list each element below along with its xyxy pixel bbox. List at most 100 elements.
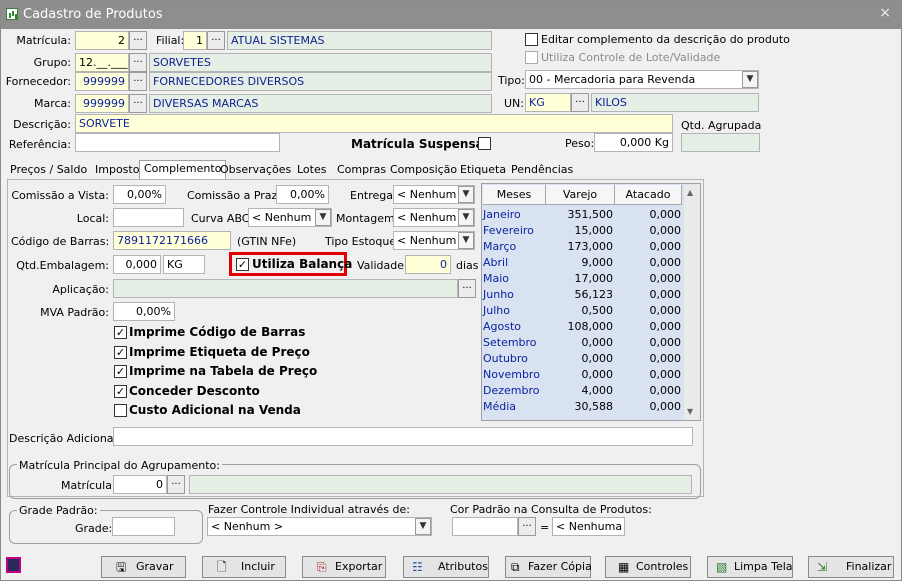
- table-row[interactable]: Março 173,000 0,000: [483, 239, 683, 255]
- table-scrollbar[interactable]: ▲ ▼: [684, 185, 700, 420]
- incluir-button[interactable]: 🗋 Incluir: [202, 556, 286, 578]
- aplicacao-label: Aplicação:: [52, 283, 109, 296]
- peso-input[interactable]: 0,000 Kg: [594, 133, 673, 152]
- table-row[interactable]: Novembro 0,000 0,000: [483, 367, 683, 383]
- chevron-down-icon[interactable]: ▼: [458, 232, 474, 249]
- codigo-barras-input[interactable]: 7891172171666: [113, 231, 231, 250]
- table-row[interactable]: Julho 0,500 0,000: [483, 303, 683, 319]
- qtd-embalagem-label: Qtd.Embalagem:: [16, 259, 109, 272]
- filial-input[interactable]: 1: [183, 31, 207, 50]
- chevron-down-icon[interactable]: ▼: [315, 209, 331, 226]
- un-input[interactable]: KG: [525, 93, 571, 112]
- qtd-embalagem-input[interactable]: 0,000: [113, 255, 161, 274]
- peso-label: Peso:: [565, 137, 595, 150]
- filial-lookup-button[interactable]: ...: [207, 31, 225, 50]
- marca-input[interactable]: 999999: [75, 94, 129, 113]
- un-lookup-button[interactable]: ...: [571, 93, 589, 112]
- table-row[interactable]: Abril 9,000 0,000: [483, 255, 683, 271]
- chevron-down-icon[interactable]: ▼: [415, 518, 431, 535]
- table-row[interactable]: Agosto 108,000 0,000: [483, 319, 683, 335]
- tab-lotes[interactable]: Lotes: [297, 163, 326, 180]
- chevron-down-icon[interactable]: ▼: [458, 209, 474, 226]
- tab-complemento[interactable]: Complemento: [139, 160, 227, 179]
- tab-precos-saldo[interactable]: Preços / Saldo: [10, 163, 87, 180]
- limpa-tela-button[interactable]: ▧ Limpa Tela: [707, 556, 793, 578]
- table-row[interactable]: Junho 56,123 0,000: [483, 287, 683, 303]
- agrupamento-lookup-button[interactable]: ...: [167, 475, 185, 494]
- tab-composicao[interactable]: Composição: [390, 163, 457, 180]
- referencia-input[interactable]: [75, 133, 280, 152]
- table-row[interactable]: Média 30,588 0,000: [483, 399, 683, 415]
- scroll-up-icon[interactable]: ▲: [687, 188, 693, 197]
- controle-individual-select[interactable]: < Nenhum >: [207, 517, 432, 536]
- local-input[interactable]: [113, 208, 184, 227]
- curva-abc-label: Curva ABC:: [191, 212, 254, 225]
- matricula-suspensa-label: Matrícula Suspensa: [351, 137, 484, 151]
- custo-adicional-checkbox[interactable]: [114, 404, 127, 417]
- imprime-etiqueta-checkbox[interactable]: ✓: [114, 346, 127, 359]
- comissao-prazo-input[interactable]: 0,00%: [276, 185, 329, 204]
- controle-lote-checkbox[interactable]: [525, 51, 538, 64]
- table-row[interactable]: Dezembro 4,000 0,000: [483, 383, 683, 399]
- col-header-meses: Meses: [483, 185, 546, 205]
- filial-label: Filial:: [156, 34, 185, 47]
- conceder-desconto-checkbox[interactable]: ✓: [114, 385, 127, 398]
- col-header-atacado: Atacado: [615, 185, 682, 205]
- table-row[interactable]: Janeiro 351,500 0,000: [483, 207, 683, 223]
- descricao-adicional-input[interactable]: [113, 427, 693, 446]
- agrupamento-matricula-input[interactable]: 0: [113, 475, 167, 494]
- utiliza-balanca-checkbox[interactable]: ✓: [236, 258, 249, 271]
- fazer-copia-button[interactable]: ⧉ Fazer Cópia: [505, 556, 592, 578]
- marca-label: Marca:: [33, 97, 71, 110]
- close-icon[interactable]: ×: [879, 5, 891, 21]
- grupo-input[interactable]: 12.__.___: [75, 53, 129, 72]
- chevron-down-icon[interactable]: ▼: [458, 186, 474, 203]
- exit-icon: ⇲: [817, 560, 828, 574]
- atacado-cell: 0,000: [649, 240, 682, 253]
- title-bar: Cadastro de Produtos ×: [1, 1, 901, 29]
- matricula-input[interactable]: 2: [75, 31, 129, 50]
- grade-input[interactable]: [112, 517, 175, 536]
- tipo-estoque-label: Tipo Estoque:: [325, 235, 400, 248]
- mes-cell: Julho: [483, 304, 510, 317]
- finalizar-button[interactable]: ⇲ Finalizar: [808, 556, 894, 578]
- descricao-input[interactable]: SORVETE: [75, 114, 673, 133]
- fornecedor-lookup-button[interactable]: ...: [129, 72, 147, 91]
- chevron-down-icon[interactable]: ▼: [742, 71, 758, 88]
- table-row[interactable]: Setembro 0,000 0,000: [483, 335, 683, 351]
- controles-button[interactable]: ▦ Controles: [605, 556, 691, 578]
- table-row[interactable]: Fevereiro 15,000 0,000: [483, 223, 683, 239]
- clear-screen-icon: ▧: [716, 560, 728, 574]
- atributos-button[interactable]: ☷ Atributos: [403, 556, 489, 578]
- editar-complemento-checkbox[interactable]: [525, 33, 538, 46]
- tab-observacoes[interactable]: Observações: [220, 163, 291, 180]
- cor-padrao-input[interactable]: [452, 517, 518, 536]
- tab-pendencias[interactable]: Pendências: [511, 163, 573, 180]
- atacado-cell: 0,000: [649, 208, 682, 221]
- exportar-button[interactable]: ⎘ Exportar: [302, 556, 386, 578]
- mva-input[interactable]: 0,00%: [113, 302, 175, 321]
- fornecedor-input[interactable]: 999999: [75, 72, 129, 91]
- marca-lookup-button[interactable]: ...: [129, 94, 147, 113]
- app-chart-icon: [6, 8, 18, 20]
- qtd-embalagem-unit[interactable]: KG: [163, 255, 205, 274]
- scroll-down-icon[interactable]: ▼: [687, 407, 693, 416]
- atacado-cell: 0,000: [649, 368, 682, 381]
- tab-imposto[interactable]: Imposto: [95, 163, 139, 180]
- tab-compras[interactable]: Compras: [337, 163, 386, 180]
- validade-input[interactable]: 0: [405, 255, 451, 274]
- table-row[interactable]: Outubro 0,000 0,000: [483, 351, 683, 367]
- matricula-lookup-button[interactable]: ...: [129, 31, 147, 50]
- comissao-vista-label: Comissão a Vista:: [11, 189, 109, 202]
- comissao-vista-input[interactable]: 0,00%: [113, 185, 166, 204]
- imprime-tabela-checkbox[interactable]: ✓: [114, 365, 127, 378]
- grupo-lookup-button[interactable]: ...: [129, 53, 147, 72]
- matricula-suspensa-checkbox[interactable]: [478, 137, 491, 150]
- tab-etiqueta[interactable]: Etiqueta: [460, 163, 506, 180]
- imprime-codigo-barras-checkbox[interactable]: ✓: [114, 326, 127, 339]
- aplicacao-lookup-button[interactable]: ...: [458, 279, 476, 298]
- cor-lookup-button[interactable]: ...: [518, 517, 536, 536]
- table-row[interactable]: Maio 17,000 0,000: [483, 271, 683, 287]
- tipo-select[interactable]: 00 - Mercadoria para Revenda: [525, 70, 759, 89]
- gravar-button[interactable]: 🖫 Gravar: [101, 556, 186, 578]
